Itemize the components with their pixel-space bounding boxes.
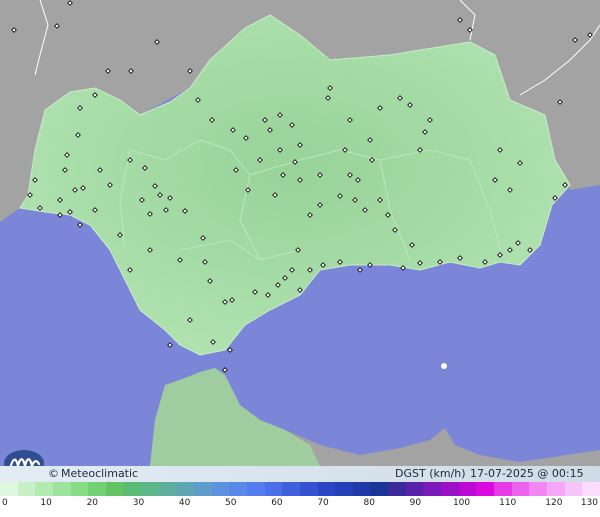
scale-swatch — [299, 482, 318, 496]
map-footer: © Meteoclimatic DGST (km/h) 17-07-2025 @ … — [0, 466, 600, 496]
scale-swatch — [35, 482, 53, 496]
scale-swatch — [388, 482, 406, 496]
scale-swatch — [211, 482, 230, 496]
scale-tick-label: 50 — [225, 498, 237, 508]
scale-tick-label: 110 — [499, 498, 517, 508]
credit-text: Meteoclimatic — [61, 467, 139, 480]
scale-tick-label: 90 — [409, 498, 422, 508]
scale-swatch — [529, 482, 547, 496]
scale-swatch — [546, 482, 565, 496]
scale-tick-label: 120 — [545, 498, 563, 508]
scale-swatch — [441, 482, 459, 496]
weather-map: © Meteoclimatic DGST (km/h) 17-07-2025 @ … — [0, 0, 600, 517]
scale-swatch — [317, 482, 336, 496]
scale-swatch — [458, 482, 477, 496]
credit-label: © Meteoclimatic — [48, 466, 138, 482]
scale-swatch — [246, 482, 265, 496]
scale-swatch — [0, 482, 18, 496]
scale-swatch — [476, 482, 494, 496]
scale-swatch — [405, 482, 424, 496]
color-scale-ticks: 0 10 20 30 40 50 60 70 80 90 100 110 120 130 — [0, 498, 600, 512]
scale-swatch — [141, 482, 159, 496]
scale-swatch — [282, 482, 300, 496]
variable-label: DGST (km/h) — [395, 467, 466, 480]
scale-swatch — [229, 482, 247, 496]
scale-tick-label: 70 — [317, 498, 329, 508]
scale-swatch — [564, 482, 583, 496]
scale-swatch — [52, 482, 71, 496]
scale-swatch — [88, 482, 106, 496]
scale-swatch — [335, 482, 353, 496]
scale-swatch — [264, 482, 283, 496]
scale-tick-label: 10 — [40, 498, 52, 508]
scale-tick-label: 20 — [86, 498, 99, 508]
color-scale — [0, 482, 600, 496]
scale-swatch — [194, 482, 212, 496]
scale-swatch — [511, 482, 530, 496]
scale-swatch — [158, 482, 177, 496]
scale-swatch — [70, 482, 89, 496]
alboran-island — [441, 363, 447, 369]
scale-swatch — [123, 482, 142, 496]
scale-tick-label: 100 — [452, 498, 471, 508]
andalusia-gust-map — [0, 0, 600, 466]
scale-swatch — [423, 482, 442, 496]
scale-swatch — [370, 482, 389, 496]
scale-tick-label: 30 — [132, 498, 145, 508]
scale-tick-label: 130 — [580, 498, 598, 508]
scale-swatch — [17, 482, 36, 496]
scale-tick-label: 0 — [2, 498, 8, 508]
scale-swatch — [352, 482, 371, 496]
scale-tick-label: 60 — [271, 498, 283, 508]
scale-swatch — [105, 482, 124, 496]
scale-swatch — [582, 482, 600, 496]
scale-swatch — [493, 482, 512, 496]
scale-tick-label: 40 — [178, 498, 191, 508]
scale-swatch — [176, 482, 195, 496]
scale-tick-label: 80 — [363, 498, 375, 508]
copyright-symbol: © — [48, 467, 59, 480]
